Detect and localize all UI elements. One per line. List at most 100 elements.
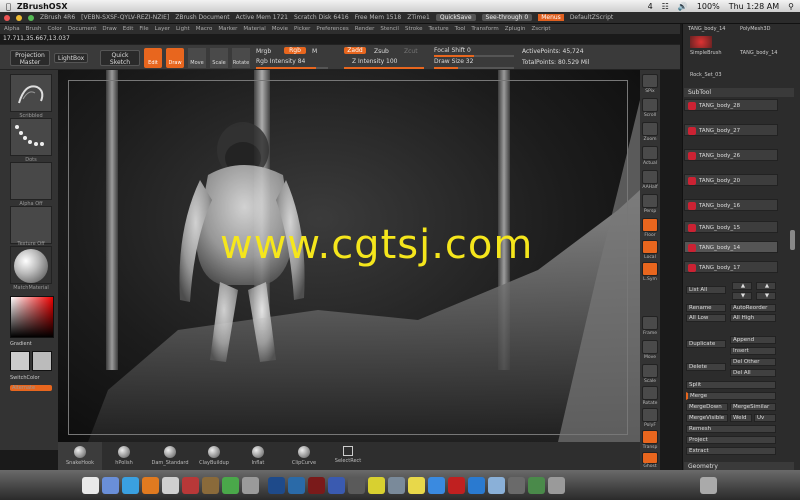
menu-draw[interactable]: Draw <box>102 26 116 32</box>
subtool-scrollbar[interactable] <box>790 230 795 250</box>
brush-thumbnail[interactable] <box>10 74 52 112</box>
filezilla-icon[interactable] <box>448 477 465 494</box>
del-other-button[interactable]: Del Other <box>730 358 776 366</box>
zoom-button[interactable] <box>642 122 658 136</box>
edit-button[interactable]: Edit <box>144 48 162 68</box>
append-button[interactable]: Append <box>730 336 776 344</box>
default-zscript-button[interactable]: DefaultZScript <box>570 14 613 21</box>
transp-button[interactable] <box>642 430 658 444</box>
mrgb-button[interactable]: Mrgb <box>256 48 271 55</box>
focal-shift-slider[interactable]: Focal Shift 0 <box>434 47 471 54</box>
battery-text[interactable]: 100% <box>697 2 720 11</box>
alpha-thumbnail[interactable] <box>10 162 52 200</box>
menu-tool[interactable]: Tool <box>455 26 466 32</box>
zbrush-dock-icon[interactable] <box>308 477 325 494</box>
color-picker[interactable] <box>10 296 54 338</box>
clock[interactable]: Thu 1:28 AM <box>729 2 779 11</box>
persp-button[interactable] <box>642 194 658 208</box>
launchpad-icon[interactable] <box>102 477 119 494</box>
spotlight-icon[interactable]: ⚲ <box>788 2 794 11</box>
menu-transform[interactable]: Transform <box>471 26 498 32</box>
calendar-icon[interactable] <box>182 477 199 494</box>
menu-document[interactable]: Document <box>68 26 97 32</box>
split-button[interactable]: Split <box>686 381 776 389</box>
minimize-window-button[interactable] <box>16 14 22 21</box>
merge-visible-button[interactable]: MergeVisible <box>686 414 728 422</box>
brush-dam-standard[interactable]: Dam_Standard <box>148 442 192 466</box>
menu-zscript[interactable]: Zscript <box>531 26 550 32</box>
volume-icon[interactable]: 🔊 <box>678 2 688 11</box>
merge-down-button[interactable]: MergeDown <box>686 403 728 411</box>
brush-snakehook[interactable]: SnakeHook <box>58 442 102 470</box>
polyf-button[interactable] <box>642 408 658 422</box>
simplebrush-thumbnail[interactable] <box>690 36 712 48</box>
merge-button[interactable]: Merge <box>686 392 776 400</box>
menu-marker[interactable]: Marker <box>218 26 237 32</box>
top-tool-3[interactable]: SimpleBrush <box>690 50 722 56</box>
menu-macro[interactable]: Macro <box>196 26 213 32</box>
extract-button[interactable]: Extract <box>686 447 776 455</box>
rgb-intensity-slider[interactable]: Rgb Intensity 84 <box>256 58 305 65</box>
move-button[interactable]: Move <box>188 48 206 68</box>
menu-zplugin[interactable]: Zplugin <box>505 26 526 32</box>
lightbox-button[interactable]: LightBox <box>54 53 88 63</box>
actual-button[interactable] <box>642 146 658 160</box>
menu-movie[interactable]: Movie <box>272 26 288 32</box>
skype-icon[interactable] <box>468 477 485 494</box>
maya-icon[interactable] <box>328 477 345 494</box>
gradient-label[interactable]: Gradient <box>10 341 52 347</box>
subtool-item[interactable]: TANG_body_15 <box>684 221 778 233</box>
subtool-item[interactable]: TANG_body_27 <box>684 124 778 136</box>
subtool-header[interactable]: SubTool <box>684 88 794 97</box>
menus-button[interactable]: Menus <box>538 14 564 21</box>
preview-icon[interactable] <box>242 477 259 494</box>
material-thumbnail[interactable] <box>10 246 52 284</box>
m-button[interactable]: M <box>312 48 317 55</box>
arrow-up-alt-button[interactable]: ▲ <box>756 282 776 290</box>
switchcolor-button[interactable]: SwitchColor <box>10 375 52 381</box>
wifi-icon[interactable]: ☷ <box>662 2 669 11</box>
app-name[interactable]: ZBrushOSX <box>17 2 68 11</box>
floor-button[interactable] <box>642 218 658 232</box>
itunes-icon[interactable] <box>528 477 545 494</box>
zoom-window-button[interactable] <box>28 14 34 21</box>
projection-master-button[interactable]: Projection Master <box>10 50 50 66</box>
finder-icon[interactable] <box>82 477 99 494</box>
quick-sketch-button[interactable]: Quick Sketch <box>100 50 140 66</box>
menu-light[interactable]: Light <box>176 26 190 32</box>
seethrough-slider[interactable]: See-through 0 <box>481 14 533 21</box>
status-a-indicator[interactable]: 4 <box>648 2 653 11</box>
weld-button[interactable]: Weld <box>730 414 752 422</box>
photoshop-icon[interactable] <box>268 477 285 494</box>
downloads-icon[interactable] <box>548 477 565 494</box>
brush-selectrect[interactable]: SelectRect <box>326 442 370 464</box>
menu-file[interactable]: File <box>139 26 148 32</box>
rgb-button[interactable]: Rgb <box>284 47 306 54</box>
notes-icon[interactable] <box>368 477 385 494</box>
app-store-icon[interactable] <box>428 477 445 494</box>
zcut-button[interactable]: Zcut <box>404 48 418 55</box>
menu-color[interactable]: Color <box>48 26 62 32</box>
stroke-thumbnail[interactable] <box>10 118 52 156</box>
uv-button[interactable]: Uv <box>754 414 776 422</box>
delete-button[interactable]: Delete <box>686 363 726 371</box>
quicksave-button[interactable]: QuickSave <box>435 14 476 21</box>
list-all-button[interactable]: List All <box>686 286 726 294</box>
arrow-down-button[interactable]: ▼ <box>732 292 752 300</box>
menu-layer[interactable]: Layer <box>155 26 170 32</box>
top-tool-4[interactable]: TANG_body_14 <box>740 50 777 56</box>
contacts-icon[interactable] <box>202 477 219 494</box>
project-button[interactable]: Project <box>686 436 776 444</box>
top-tool-2[interactable]: PolyMesh3D <box>740 26 770 32</box>
arrow-up-button[interactable]: ▲ <box>732 282 752 290</box>
system-preferences-icon[interactable] <box>388 477 405 494</box>
subtool-item-selected[interactable]: TANG_body_14 <box>684 241 778 253</box>
auto-reorder-button[interactable]: AutoReorder <box>730 304 776 312</box>
brush-hpolish[interactable]: hPolish <box>102 442 146 466</box>
alternate-button[interactable]: Alternate <box>10 385 52 391</box>
local-button[interactable] <box>642 240 658 254</box>
remesh-button[interactable]: Remesh <box>686 425 776 433</box>
merge-similar-button[interactable]: MergeSimilar <box>730 403 776 411</box>
menu-picker[interactable]: Picker <box>294 26 310 32</box>
duplicate-button[interactable]: Duplicate <box>686 340 726 348</box>
